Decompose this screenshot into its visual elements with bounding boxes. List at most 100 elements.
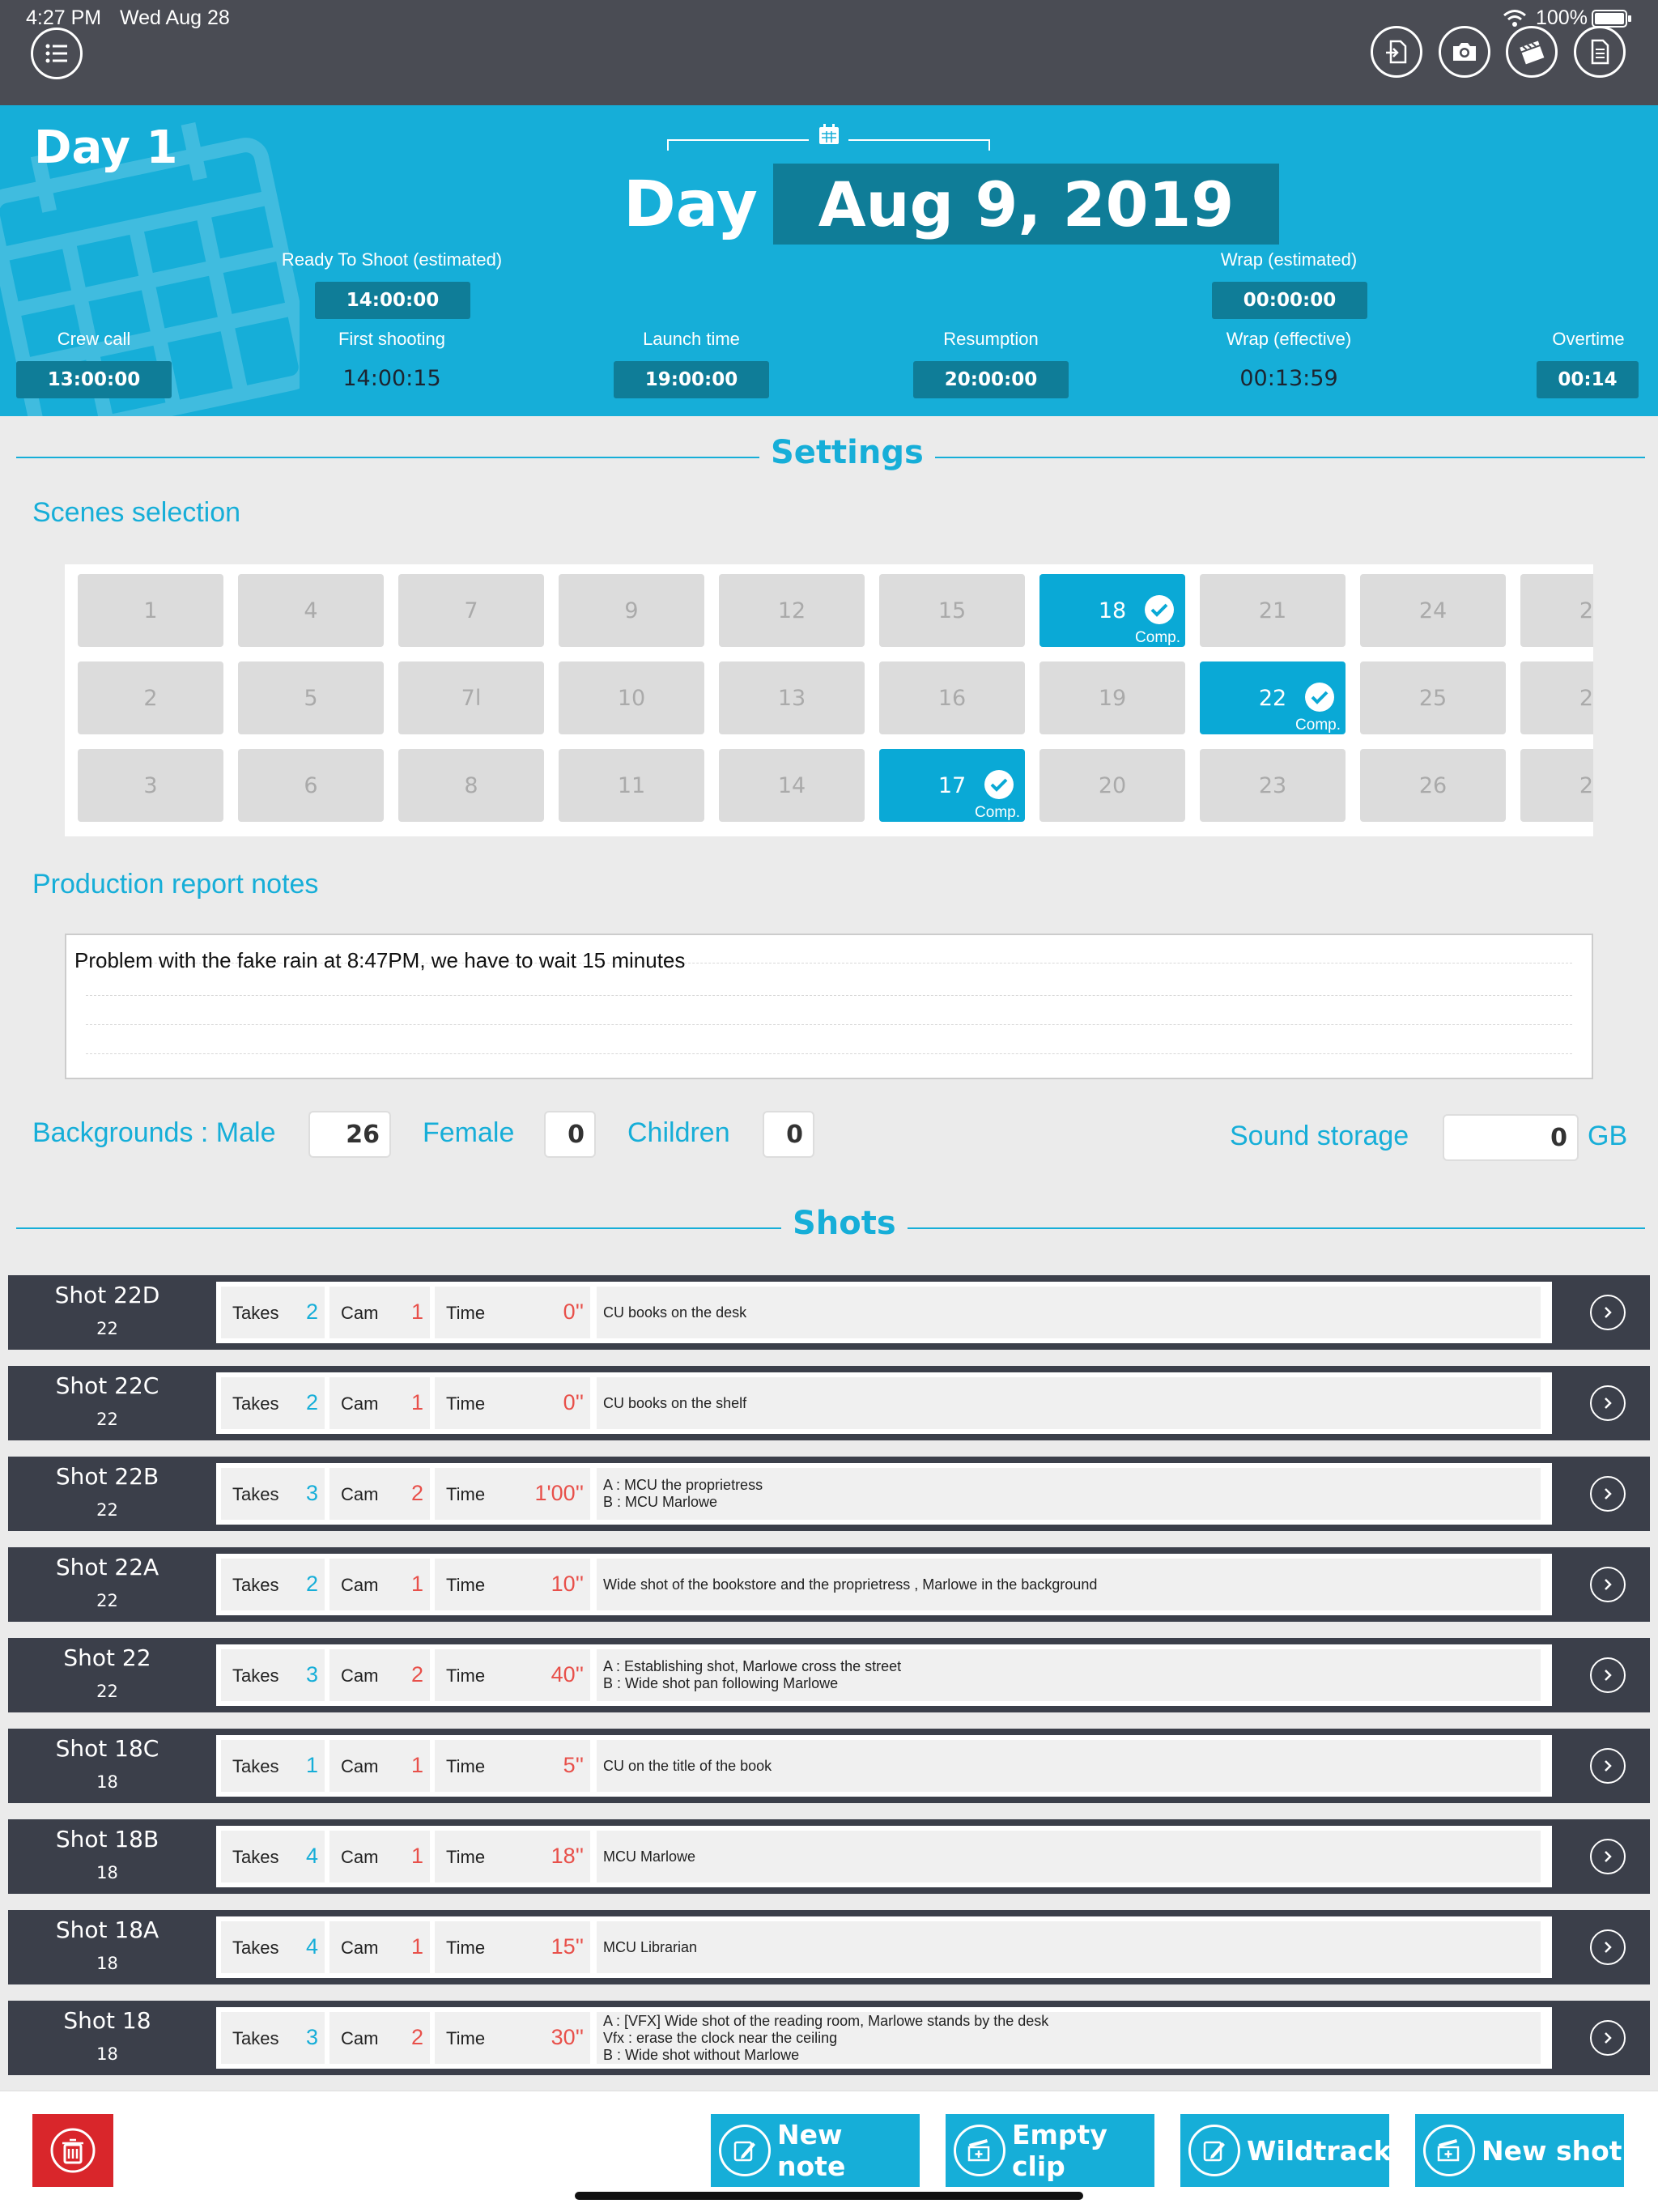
new-shot-button[interactable]: New shot	[1415, 2114, 1624, 2187]
footer-bar: New note Empty clip Wildtrack New shot	[0, 2091, 1658, 2212]
wildtrack-button[interactable]: Wildtrack	[1180, 2114, 1392, 2187]
report-button[interactable]	[1574, 26, 1626, 78]
shot-row[interactable]: Shot 22A 22 Takes 2 Cam 1 Time 10'' Wide shot of…	[8, 1547, 1650, 1622]
complete-badge: Comp.	[1135, 629, 1180, 646]
sound-storage-input[interactable]: 0	[1443, 1114, 1579, 1161]
scene-22[interactable]: 22 Comp.	[1200, 661, 1346, 734]
time-label: Time	[446, 1575, 486, 1595]
settings-title: Settings	[759, 434, 935, 471]
new-note-button[interactable]: New note	[711, 2114, 920, 2187]
backgrounds-male-input[interactable]: 26	[308, 1111, 391, 1158]
shot-row[interactable]: Shot 22C 22 Takes 2 Cam 1 Time 0'' CU books on t…	[8, 1366, 1650, 1440]
shot-open-button[interactable]	[1590, 1929, 1626, 1965]
scene-6[interactable]: 6	[238, 749, 384, 822]
scene-16[interactable]: 16	[879, 661, 1025, 734]
cam-value: 1	[410, 1753, 423, 1777]
scene-8[interactable]: 8	[398, 749, 544, 822]
shot-row[interactable]: Shot 18C 18 Takes 1 Cam 1 Time 5'' CU on the tit…	[8, 1729, 1650, 1803]
shot-open-button[interactable]	[1590, 1295, 1626, 1330]
scene-label: 19	[1098, 685, 1127, 711]
button-label: Wildtrack	[1247, 2134, 1392, 2167]
scene-7[interactable]: 7	[398, 574, 544, 647]
shot-row[interactable]: Shot 18A 18 Takes 4 Cam 1 Time 15'' MCU Libraria…	[8, 1910, 1650, 1984]
overtime-field[interactable]: 00:14	[1537, 361, 1639, 398]
shot-description-line: CU books on the desk	[603, 1304, 747, 1321]
scene-24[interactable]: 24	[1360, 574, 1506, 647]
scene-28[interactable]: 28	[1520, 661, 1593, 734]
scene-10[interactable]: 10	[559, 661, 704, 734]
menu-button[interactable]	[31, 28, 83, 79]
scene-17[interactable]: 17 Comp.	[879, 749, 1025, 822]
scene-label: 18	[1098, 598, 1127, 623]
scene-15[interactable]: 15	[879, 574, 1025, 647]
scene-2[interactable]: 2	[78, 661, 223, 734]
export-button[interactable]	[1371, 26, 1422, 78]
scene-25[interactable]: 25	[1360, 661, 1506, 734]
shot-card: Takes 4 Cam 1 Time 15'' MCU Librarian	[216, 1916, 1552, 1978]
launch-time-field[interactable]: 19:00:00	[614, 361, 769, 398]
shot-row[interactable]: Shot 22 22 Takes 3 Cam 2 Time 40'' A : Establish…	[8, 1638, 1650, 1712]
resumption-field[interactable]: 20:00:00	[913, 361, 1069, 398]
backgrounds-female-input[interactable]: 0	[544, 1111, 596, 1158]
scene-18[interactable]: 18 Comp.	[1039, 574, 1185, 647]
scene-19[interactable]: 19	[1039, 661, 1185, 734]
scene-label: 28	[1579, 685, 1593, 711]
shot-open-button[interactable]	[1590, 2020, 1626, 2056]
cam-value: 2	[410, 1481, 423, 1505]
edit-icon	[1188, 2125, 1240, 2176]
backgrounds-children-input[interactable]: 0	[763, 1111, 814, 1158]
cam-value: 1	[410, 1300, 423, 1324]
chevron-right-icon	[1605, 1670, 1612, 1681]
shot-open-button[interactable]	[1590, 1748, 1626, 1784]
scene-7l[interactable]: 7l	[398, 661, 544, 734]
scene-4[interactable]: 4	[238, 574, 384, 647]
calendar-icon[interactable]	[818, 123, 840, 146]
status-battery: 100%	[1536, 6, 1588, 29]
scene-label: 22	[1258, 685, 1287, 711]
date-picker[interactable]: Aug 9, 2019	[773, 164, 1279, 245]
scene-14[interactable]: 14	[719, 749, 865, 822]
crew-call-field[interactable]: 13:00:00	[16, 361, 172, 398]
shot-description-line: MCU Marlowe	[603, 1848, 696, 1865]
scene-20[interactable]: 20	[1039, 749, 1185, 822]
shot-open-button[interactable]	[1590, 1839, 1626, 1874]
notes-textarea[interactable]: Problem with the fake rain at 8:47PM, we…	[65, 934, 1593, 1079]
shot-open-button[interactable]	[1590, 1385, 1626, 1421]
time-value: 1'00''	[534, 1481, 584, 1505]
shot-open-button[interactable]	[1590, 1657, 1626, 1693]
scene-5[interactable]: 5	[238, 661, 384, 734]
time-value: 40''	[551, 1662, 584, 1687]
scene-label: 12	[777, 598, 806, 623]
wrap-estimated-field[interactable]: 00:00:00	[1212, 282, 1367, 319]
clapper-button[interactable]	[1506, 26, 1558, 78]
scene-27[interactable]: 27	[1520, 574, 1593, 647]
scene-13[interactable]: 13	[719, 661, 865, 734]
shot-description-line: Wide shot of the bookstore and the propr…	[603, 1576, 1098, 1593]
shot-row[interactable]: Shot 18 18 Takes 3 Cam 2 Time 30'' A : [VFX] Wid…	[8, 2001, 1650, 2075]
shot-row[interactable]: Shot 18B 18 Takes 4 Cam 1 Time 18'' MCU Marlowe	[8, 1819, 1650, 1894]
scene-26[interactable]: 26	[1360, 749, 1506, 822]
scene-3[interactable]: 3	[78, 749, 223, 822]
shot-open-button[interactable]	[1590, 1476, 1626, 1512]
scene-1[interactable]: 1	[78, 574, 223, 647]
cam-value: 1	[410, 1390, 423, 1414]
empty-clip-button[interactable]: Empty clip	[946, 2114, 1154, 2187]
scene-9[interactable]: 9	[559, 574, 704, 647]
scene-29[interactable]: 29	[1520, 749, 1593, 822]
scene-21[interactable]: 21	[1200, 574, 1346, 647]
scene-label: 6	[304, 772, 318, 798]
shot-row[interactable]: Shot 22B 22 Takes 3 Cam 2 Time 1'00'' A : MCU th…	[8, 1457, 1650, 1531]
camera-button[interactable]	[1439, 26, 1490, 78]
backgrounds-female-label: Female	[423, 1117, 515, 1148]
scene-12[interactable]: 12	[719, 574, 865, 647]
scene-23[interactable]: 23	[1200, 749, 1346, 822]
takes-chip: Takes 2	[221, 1559, 325, 1610]
note-rule	[86, 1024, 1572, 1025]
delete-button[interactable]	[32, 2114, 113, 2187]
shot-row[interactable]: Shot 22D 22 Takes 2 Cam 1 Time 0'' CU books on t…	[8, 1275, 1650, 1350]
scene-11[interactable]: 11	[559, 749, 704, 822]
resumption-label: Resumption	[943, 329, 1039, 349]
cam-chip: Cam 1	[329, 1740, 430, 1792]
shot-open-button[interactable]	[1590, 1567, 1626, 1602]
ready-to-shoot-field[interactable]: 14:00:00	[315, 282, 470, 319]
